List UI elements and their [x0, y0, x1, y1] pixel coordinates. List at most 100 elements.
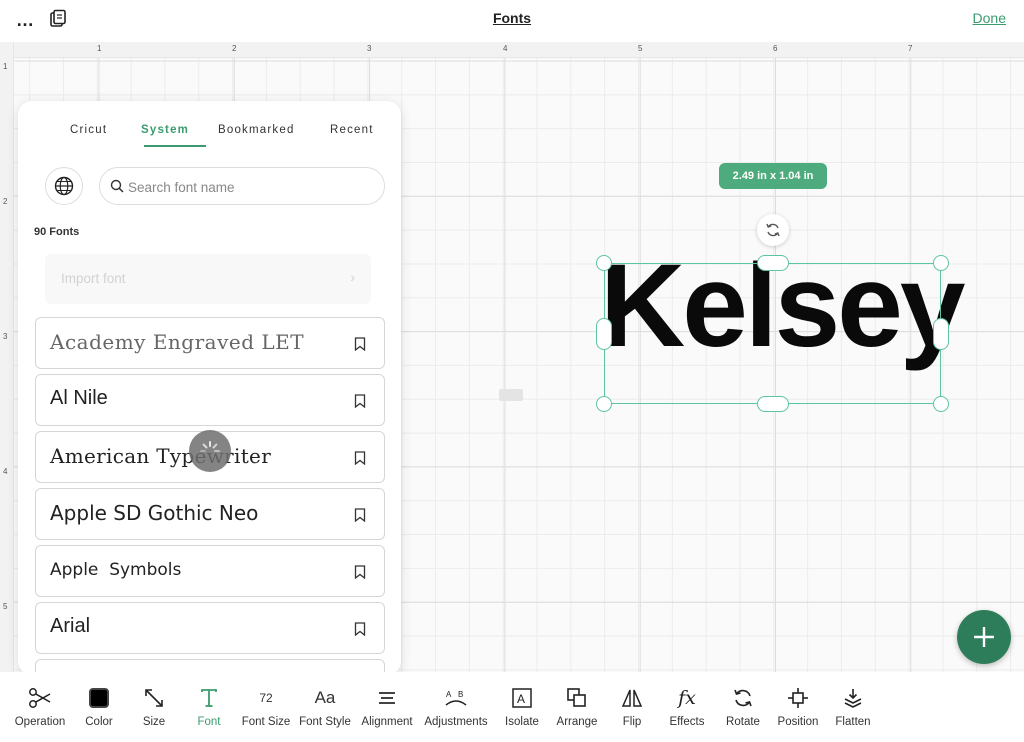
font-item-apple-symbols[interactable]: Apple Symbols	[35, 545, 385, 597]
position-icon	[788, 688, 808, 708]
ruler-tick: 2	[232, 44, 237, 53]
resize-handle-bottom-right[interactable]	[933, 396, 949, 412]
resize-handle-bottom-left[interactable]	[596, 396, 612, 412]
bookmark-icon[interactable]	[354, 394, 366, 408]
svg-text:A: A	[517, 692, 525, 706]
font-name: Academy Engraved LET	[50, 330, 305, 354]
tool-isolate[interactable]: A Isolate	[500, 684, 544, 728]
tool-label: Effects	[669, 716, 705, 728]
tool-label: Isolate	[505, 716, 539, 728]
font-name: Al Nile	[50, 387, 108, 409]
tool-font-style[interactable]: Aa Font Style	[296, 684, 354, 728]
search-input[interactable]	[128, 176, 373, 198]
ruler-tick: 4	[3, 467, 8, 476]
font-name: Arial	[50, 615, 91, 637]
ruler-tick: 5	[3, 602, 8, 611]
bookmark-icon[interactable]	[354, 451, 366, 465]
color-swatch-icon	[89, 688, 109, 708]
font-count: 90 Fonts	[34, 226, 80, 238]
resize-handle-top-left[interactable]	[596, 255, 612, 271]
alignment-icon	[379, 692, 395, 704]
search-icon	[110, 179, 124, 193]
tool-effects[interactable]: fx Effects	[664, 684, 710, 728]
tool-rotate[interactable]: Rotate	[722, 684, 764, 728]
scissors-icon	[29, 688, 51, 708]
canvas-placeholder	[499, 389, 523, 401]
tool-size[interactable]: Size	[134, 684, 174, 728]
ruler-tick: 1	[97, 44, 102, 53]
font-style-icon: Aa	[314, 688, 336, 707]
done-button[interactable]: Done	[973, 10, 1006, 26]
tab-cricut[interactable]: Cricut	[70, 124, 107, 136]
font-name: Apple Symbols	[50, 560, 182, 580]
active-tab-indicator	[144, 145, 206, 147]
globe-icon	[54, 176, 74, 196]
font-tabs: Cricut System Bookmarked Recent	[18, 119, 401, 149]
svg-text:A: A	[446, 690, 452, 699]
font-item-apple-sd-gothic-neo[interactable]: Apple SD Gothic Neo	[35, 488, 385, 540]
tool-font[interactable]: Font	[189, 684, 229, 728]
font-name: American Typewriter	[50, 444, 272, 468]
font-item-arial[interactable]: Arial	[35, 602, 385, 654]
dimensions-badge: 2.49 in x 1.04 in	[719, 163, 827, 189]
tool-label: Size	[142, 716, 166, 728]
tool-label: Color	[85, 716, 113, 728]
tool-font-size[interactable]: 72 Font Size	[238, 684, 294, 728]
resize-handle-left[interactable]	[596, 318, 612, 350]
resize-handle-right[interactable]	[933, 318, 949, 350]
bookmark-icon[interactable]	[354, 508, 366, 522]
font-size-value: 72	[259, 691, 273, 705]
adjustments-icon: AB	[445, 690, 467, 706]
selection-box[interactable]	[604, 263, 941, 404]
chevron-right-icon: ›	[350, 269, 355, 285]
search-field[interactable]	[99, 167, 385, 205]
ruler-top: 1 2 3 4 5 6 7	[0, 42, 1024, 58]
ruler-tick: 3	[3, 332, 8, 341]
bookmark-icon[interactable]	[354, 565, 366, 579]
tool-flatten[interactable]: Flatten	[832, 684, 874, 728]
tool-label: Position	[777, 716, 819, 728]
loading-spinner	[189, 430, 231, 472]
font-panel: Cricut System Bookmarked Recent 90 Fonts…	[18, 101, 401, 675]
tab-system[interactable]: System	[141, 124, 189, 136]
isolate-icon: A	[512, 688, 532, 708]
tool-position[interactable]: Position	[774, 684, 822, 728]
tab-recent[interactable]: Recent	[330, 124, 374, 136]
tool-color[interactable]: Color	[76, 684, 122, 728]
import-font-label: Import font	[61, 271, 126, 286]
tool-arrange[interactable]: Arrange	[552, 684, 602, 728]
ruler-left: 1 2 3 4 5	[0, 42, 14, 672]
font-icon	[201, 689, 217, 707]
tool-label: Rotate	[726, 716, 760, 728]
tool-alignment[interactable]: Alignment	[356, 684, 418, 728]
add-button[interactable]	[957, 610, 1011, 664]
resize-handle-top[interactable]	[757, 255, 789, 271]
bookmark-icon[interactable]	[354, 622, 366, 636]
tool-label: Arrange	[556, 716, 598, 728]
ruler-tick: 5	[638, 44, 643, 53]
import-font-button[interactable]: Import font ›	[45, 254, 371, 304]
flatten-icon	[844, 689, 862, 708]
bookmark-icon[interactable]	[354, 337, 366, 351]
tool-operation[interactable]: Operation	[8, 684, 72, 728]
plus-icon	[974, 627, 994, 647]
top-bar: … Fonts Done	[0, 0, 1024, 42]
font-item-al-nile[interactable]: Al Nile	[35, 374, 385, 426]
language-button[interactable]	[45, 167, 83, 205]
ruler-tick: 4	[503, 44, 508, 53]
rotate-icon	[766, 223, 780, 237]
font-name: Apple SD Gothic Neo	[50, 501, 259, 525]
resize-icon	[145, 689, 163, 707]
ruler-tick: 6	[773, 44, 778, 53]
resize-handle-top-right[interactable]	[933, 255, 949, 271]
font-item-academy-engraved-let[interactable]: Academy Engraved LET	[35, 317, 385, 369]
resize-handle-bottom[interactable]	[757, 396, 789, 412]
tool-label: Adjustments	[424, 716, 488, 728]
tool-label: Font	[197, 716, 221, 728]
tool-adjustments[interactable]: AB Adjustments	[420, 684, 492, 728]
ruler-tick: 2	[3, 197, 8, 206]
ruler-tick: 1	[3, 62, 8, 71]
tab-bookmarked[interactable]: Bookmarked	[218, 124, 295, 136]
tool-flip[interactable]: Flip	[614, 684, 650, 728]
rotate-icon	[734, 689, 752, 707]
